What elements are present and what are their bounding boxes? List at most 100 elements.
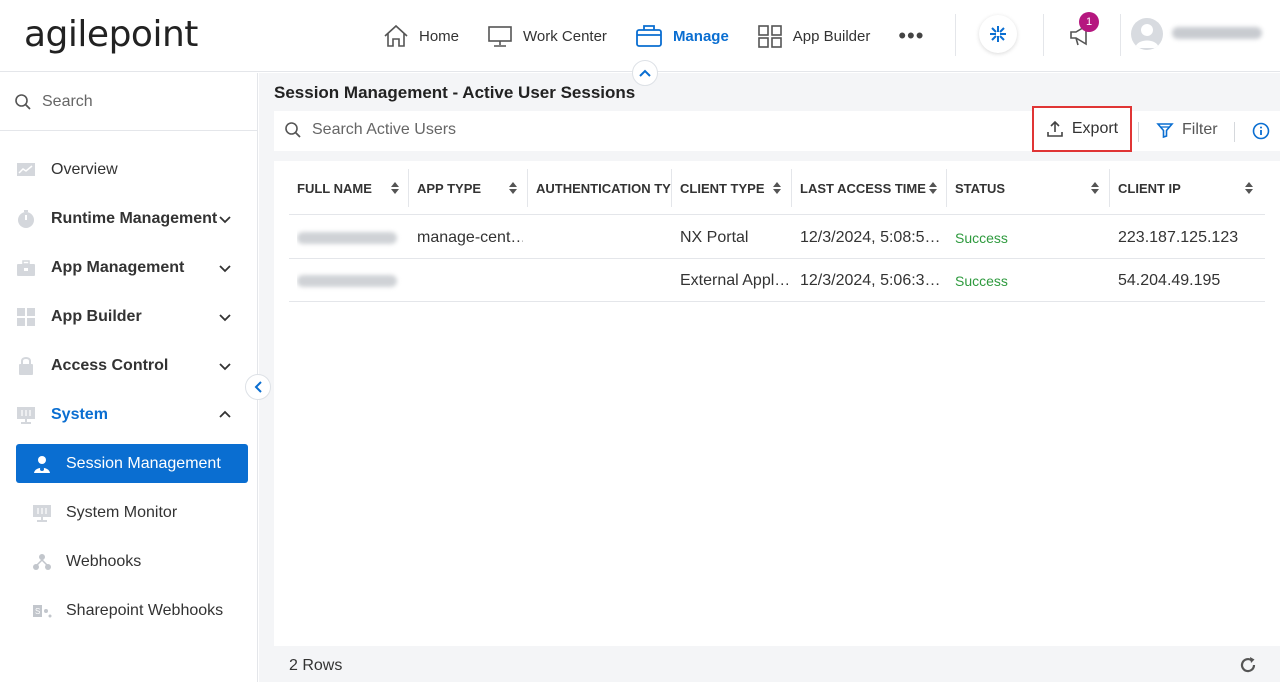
column-header-label: STATUS bbox=[955, 180, 1006, 196]
sidebar-item-label: Access Control bbox=[51, 357, 169, 374]
filter-button[interactable]: Filter bbox=[1156, 121, 1218, 139]
chevron-down-icon bbox=[219, 216, 231, 224]
upload-icon bbox=[1047, 120, 1063, 137]
column-header-label: CLIENT IP bbox=[1118, 180, 1181, 196]
cell-auth-type bbox=[536, 259, 666, 302]
column-header-client-type[interactable]: CLIENT TYPE bbox=[680, 161, 791, 215]
main-nav: Home Work Center Manage App Builder ••• bbox=[383, 0, 952, 72]
nav-home[interactable]: Home bbox=[383, 0, 459, 72]
sidebar-item-label: System Monitor bbox=[66, 503, 178, 521]
sidebar-item-label: Runtime Management bbox=[51, 210, 218, 227]
info-icon bbox=[1252, 122, 1270, 140]
chevron-down-icon bbox=[219, 363, 231, 371]
header-divider bbox=[1120, 14, 1121, 56]
column-divider bbox=[671, 169, 672, 207]
column-header-full-name[interactable]: FULL NAME bbox=[297, 161, 409, 215]
sort-icon bbox=[773, 182, 781, 194]
monitor-settings-icon bbox=[33, 505, 51, 522]
sidebar-item-app-builder[interactable]: App Builder bbox=[0, 297, 258, 337]
nav-manage-label: Manage bbox=[672, 27, 729, 45]
sidebar-item-sharepoint-webhooks[interactable]: S Sharepoint Webhooks bbox=[16, 591, 248, 630]
avatar[interactable] bbox=[1131, 18, 1163, 50]
nav-app-builder[interactable]: App Builder bbox=[757, 0, 871, 72]
cell-client-type: External Appl… bbox=[680, 271, 788, 289]
sidebar-search-placeholder: Search bbox=[42, 92, 93, 110]
lock-icon bbox=[19, 357, 33, 375]
chart-icon bbox=[17, 163, 35, 176]
collapse-header-button[interactable] bbox=[632, 60, 658, 86]
cell-client-ip: 54.204.49.195 bbox=[1118, 271, 1221, 289]
sharepoint-icon: S bbox=[33, 605, 52, 618]
chevron-up-icon bbox=[639, 69, 651, 77]
sidebar-item-overview[interactable]: Overview bbox=[0, 150, 258, 190]
sidebar-search[interactable]: Search bbox=[0, 73, 257, 131]
column-header-label: LAST ACCESS TIME bbox=[800, 180, 926, 196]
sidebar-item-label: Session Management bbox=[66, 454, 221, 472]
nav-work-center-label: Work Center bbox=[523, 27, 607, 45]
info-button[interactable] bbox=[1252, 122, 1270, 144]
cell-last-access: 12/3/2024, 5:06:3… bbox=[800, 271, 941, 289]
more-menu-button[interactable]: ••• bbox=[898, 0, 924, 72]
monitor-icon bbox=[488, 26, 512, 47]
redacted-name bbox=[297, 274, 397, 287]
nav-app-builder-label: App Builder bbox=[792, 27, 871, 45]
column-header-app-type[interactable]: APP TYPE bbox=[417, 161, 527, 215]
toolbar: Search Active Users Export Filter bbox=[274, 106, 1280, 152]
notification-badge: 1 bbox=[1079, 12, 1099, 32]
refresh-button[interactable] bbox=[1239, 656, 1257, 678]
ai-assistant-button[interactable] bbox=[979, 15, 1017, 53]
nav-work-center[interactable]: Work Center bbox=[487, 0, 607, 72]
sidebar-item-access-control[interactable]: Access Control bbox=[0, 346, 258, 386]
export-button[interactable]: Export bbox=[1032, 106, 1132, 152]
user-avatar-icon bbox=[1135, 24, 1159, 48]
sidebar-item-session-management[interactable]: Session Management bbox=[16, 444, 248, 483]
column-divider bbox=[946, 169, 947, 207]
sidebar-item-system[interactable]: System bbox=[0, 395, 258, 435]
page-title: Session Management - Active User Session… bbox=[274, 83, 636, 102]
sidebar-item-app-management[interactable]: App Management bbox=[0, 248, 258, 288]
search-placeholder: Search Active Users bbox=[312, 121, 457, 138]
sidebar-item-system-monitor[interactable]: System Monitor bbox=[16, 493, 248, 532]
main-content: Session Management - Active User Session… bbox=[259, 73, 1280, 682]
cell-last-access: 12/3/2024, 5:08:5… bbox=[800, 228, 941, 246]
sidebar-item-webhooks[interactable]: Webhooks bbox=[16, 542, 248, 581]
cell-status: Success bbox=[955, 229, 1008, 246]
timer-icon bbox=[18, 210, 34, 228]
collapse-sidebar-button[interactable] bbox=[245, 374, 271, 400]
table-row[interactable]: manage-cent… NX Portal 12/3/2024, 5:08:5… bbox=[289, 216, 1265, 259]
column-header-authentication-type[interactable]: AUTHENTICATION TYPE bbox=[536, 161, 672, 215]
redacted-name bbox=[297, 231, 397, 244]
sidebar: Search Overview Runtime Management App M… bbox=[0, 73, 258, 682]
nav-home-label: Home bbox=[419, 27, 460, 45]
user-session-icon bbox=[34, 456, 50, 473]
header-divider bbox=[955, 14, 956, 56]
sort-icon bbox=[1091, 182, 1099, 194]
webhook-icon bbox=[33, 554, 51, 570]
column-header-last-access-time[interactable]: LAST ACCESS TIME bbox=[800, 161, 947, 215]
sidebar-item-label: Webhooks bbox=[66, 552, 142, 570]
cell-client-ip: 223.187.125.123 bbox=[1118, 228, 1239, 246]
column-divider bbox=[408, 169, 409, 207]
agilepoint-logo[interactable]: agilepoint bbox=[24, 14, 198, 55]
sidebar-item-runtime-management[interactable]: Runtime Management bbox=[0, 199, 258, 239]
ai-sparkle-icon bbox=[990, 26, 1006, 42]
sort-icon bbox=[391, 182, 399, 194]
table-row[interactable]: External Appl… 12/3/2024, 5:06:3… Succes… bbox=[289, 259, 1265, 302]
sort-icon bbox=[929, 182, 937, 194]
filter-label: Filter bbox=[1182, 121, 1218, 138]
home-icon bbox=[384, 24, 408, 47]
chevron-up-icon bbox=[219, 410, 231, 418]
grid-icon bbox=[757, 25, 782, 48]
column-header-status[interactable]: STATUS bbox=[955, 161, 1109, 215]
chevron-down-icon bbox=[219, 314, 231, 322]
sidebar-item-label: App Builder bbox=[51, 308, 142, 325]
column-header-client-ip[interactable]: CLIENT IP bbox=[1118, 161, 1263, 215]
sidebar-item-label: App Management bbox=[51, 259, 185, 276]
search-active-users-input[interactable]: Search Active Users bbox=[284, 121, 456, 139]
export-label: Export bbox=[1071, 120, 1119, 137]
column-header-label: APP TYPE bbox=[417, 180, 482, 196]
user-name-redacted[interactable] bbox=[1172, 27, 1262, 39]
toolbar-divider bbox=[1138, 122, 1139, 142]
rows-count: 2 Rows bbox=[289, 657, 343, 674]
header-divider bbox=[1043, 14, 1044, 56]
